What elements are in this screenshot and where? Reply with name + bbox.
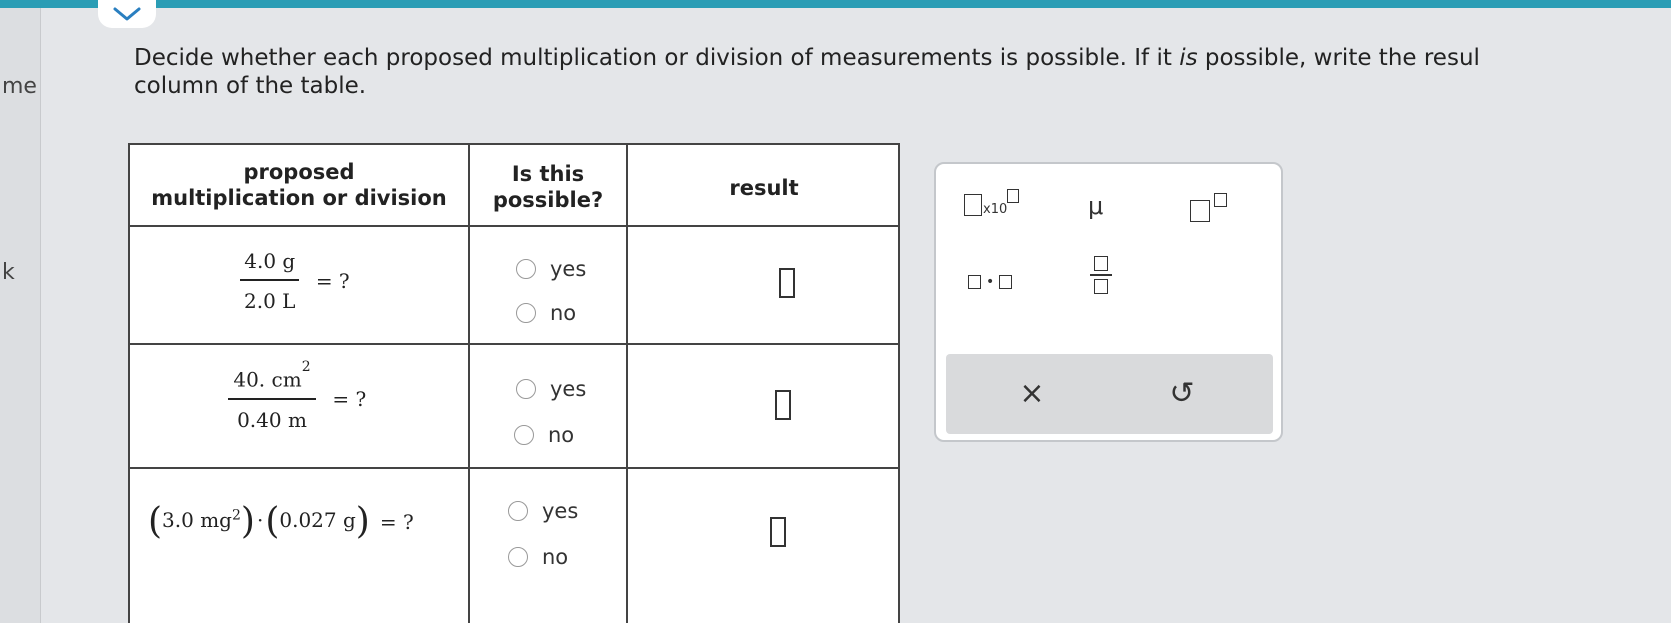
radio-yes[interactable]: yes xyxy=(516,377,586,401)
fraction-button[interactable] xyxy=(1090,256,1112,294)
proposed-expression: (3.0 mg2) ·(0.027 g) = ? xyxy=(148,501,414,542)
box-icon xyxy=(1007,188,1020,203)
undo-button[interactable]: ↺ xyxy=(1152,368,1212,418)
chevron-down-icon xyxy=(113,7,141,21)
radio-circle-icon xyxy=(508,547,528,567)
radio-circle-icon xyxy=(516,379,536,399)
superscript-button[interactable] xyxy=(1190,190,1227,222)
radio-no[interactable]: no xyxy=(516,301,576,325)
result-input[interactable] xyxy=(770,517,786,547)
collapse-toggle[interactable] xyxy=(98,0,156,28)
left-side-panel: me k xyxy=(0,8,41,623)
multiply-dot-button[interactable]: • xyxy=(968,274,1013,290)
radio-yes[interactable]: yes xyxy=(508,499,578,523)
radio-circle-icon xyxy=(516,303,536,323)
measurement-table: proposed multiplication or division Is t… xyxy=(128,143,900,623)
radio-no[interactable]: no xyxy=(508,545,568,569)
radio-circle-icon xyxy=(516,259,536,279)
side-panel-label: me xyxy=(2,74,37,99)
box-icon xyxy=(1214,193,1227,207)
table-divider xyxy=(130,343,898,345)
column-header-possible: Is this possible? xyxy=(492,162,604,212)
undo-icon: ↺ xyxy=(1169,375,1195,411)
box-icon xyxy=(968,275,981,289)
radio-no[interactable]: no xyxy=(514,423,574,447)
scientific-notation-button[interactable]: x10 xyxy=(964,188,1020,217)
table-divider xyxy=(130,225,898,227)
column-header-proposed: proposed multiplication or division xyxy=(151,160,447,210)
box-icon xyxy=(964,193,982,216)
palette-action-bar: × ↺ xyxy=(946,354,1273,434)
box-icon xyxy=(999,275,1013,289)
close-icon: × xyxy=(1019,375,1045,411)
proposed-expression: 4.0 g 2.0 L = ? xyxy=(240,249,350,313)
question-instruction: Decide whether each proposed multiplicat… xyxy=(134,45,1480,99)
radio-circle-icon xyxy=(514,425,534,445)
table-divider xyxy=(468,145,470,623)
box-icon xyxy=(1094,279,1108,294)
table-divider xyxy=(130,467,898,469)
box-icon xyxy=(1190,200,1210,222)
box-icon xyxy=(1094,256,1108,271)
result-input[interactable] xyxy=(779,268,795,298)
top-accent-bar xyxy=(0,0,1671,8)
proposed-expression: 40. cm2 0.40 m = ? xyxy=(228,359,366,432)
radio-yes[interactable]: yes xyxy=(516,257,586,281)
column-header-result: result xyxy=(729,176,799,200)
clear-button[interactable]: × xyxy=(1002,368,1062,418)
table-divider xyxy=(626,145,628,623)
micro-symbol-button[interactable]: μ xyxy=(1088,192,1103,220)
radio-circle-icon xyxy=(508,501,528,521)
math-input-palette: x10 μ • × ↺ xyxy=(934,162,1283,442)
side-panel-label: k xyxy=(2,260,15,285)
result-input[interactable] xyxy=(775,390,791,420)
